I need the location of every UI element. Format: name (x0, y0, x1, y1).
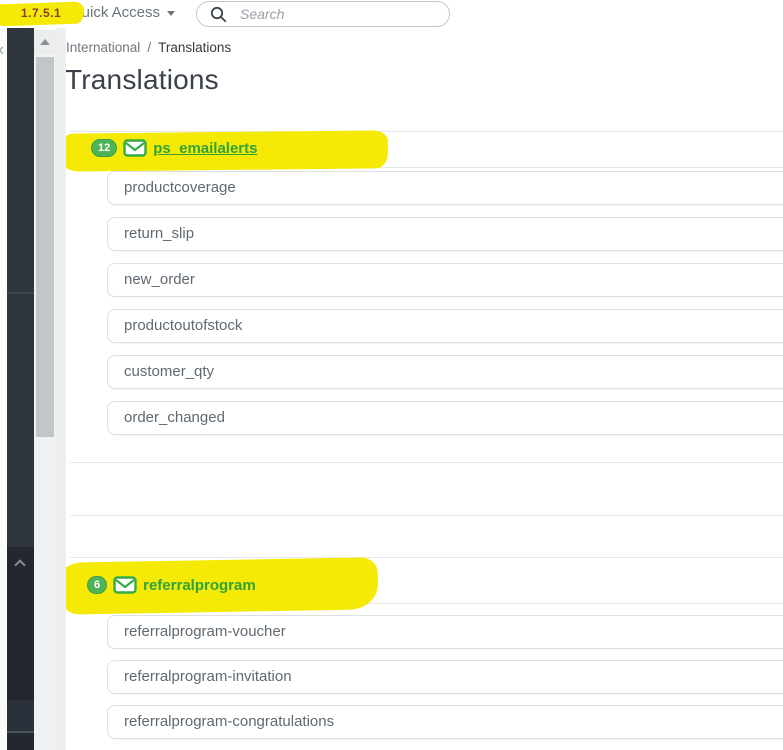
left-edge-strip: ✕ (0, 27, 7, 750)
breadcrumb-separator: / (147, 40, 152, 55)
translation-field-list: referralprogram-voucher referralprogram-… (107, 615, 783, 750)
triangle-up-icon (40, 39, 50, 45)
prestashop-admin-screen: 1.7.5.1 Quick Access ✕ (0, 0, 783, 750)
breadcrumb: International / Translations (66, 40, 231, 55)
search-input[interactable] (240, 6, 449, 22)
search-icon (210, 6, 227, 22)
scrollbar-thumb[interactable] (36, 57, 54, 437)
chevron-up-icon[interactable] (14, 559, 26, 571)
page-title: Translations (65, 64, 219, 95)
breadcrumb-international[interactable]: International (66, 40, 140, 55)
count-badge: 6 (87, 576, 108, 594)
envelope-icon (123, 139, 147, 157)
close-icon[interactable]: ✕ (0, 43, 5, 59)
translation-field-list: productcoverage return_slip new_order pr… (107, 171, 783, 447)
translation-field-row[interactable]: return_slip (107, 217, 783, 251)
translation-field-row[interactable]: referralprogram-voucher (107, 615, 783, 649)
panel-divider (70, 515, 783, 516)
sidebar-section (7, 547, 34, 700)
search-bar (196, 1, 450, 27)
envelope-icon (113, 576, 137, 594)
count-badge: 12 (91, 139, 118, 157)
breadcrumb-translations: Translations (158, 40, 232, 55)
translation-field-row[interactable]: referralprogram-congratulations (107, 705, 783, 739)
translation-field-row[interactable]: productoutofstock (107, 309, 783, 343)
content-gap-strip (56, 27, 66, 750)
translation-field-row[interactable]: productcoverage (107, 171, 783, 205)
sidebar-section (7, 700, 34, 731)
version-label: 1.7.5.1 (21, 6, 62, 20)
quick-access-dropdown[interactable]: Quick Access (70, 4, 176, 21)
translation-field-row[interactable]: referralprogram-invitation (107, 660, 783, 694)
sidebar-divider (7, 292, 34, 294)
translation-field-row[interactable]: new_order (107, 263, 783, 297)
module-header-ps-emailalerts: 12 ps_emailalerts (91, 139, 257, 157)
module-link-referralprogram[interactable]: referralprogram (143, 577, 256, 594)
chevron-down-icon (167, 11, 176, 16)
nav-sidebar[interactable] (7, 27, 34, 750)
top-bar: 1.7.5.1 Quick Access (0, 0, 783, 28)
module-link-ps-emailalerts[interactable]: ps_emailalerts (153, 140, 257, 157)
vertical-scrollbar[interactable] (34, 30, 56, 750)
translation-field-row[interactable]: order_changed (107, 401, 783, 435)
translation-field-row[interactable]: customer_qty (107, 355, 783, 389)
panel-divider (70, 462, 783, 463)
scrollbar-up-button[interactable] (34, 30, 56, 54)
sidebar-section (7, 733, 34, 750)
module-header-referralprogram: 6 referralprogram (87, 576, 256, 594)
panel-divider (70, 557, 783, 558)
